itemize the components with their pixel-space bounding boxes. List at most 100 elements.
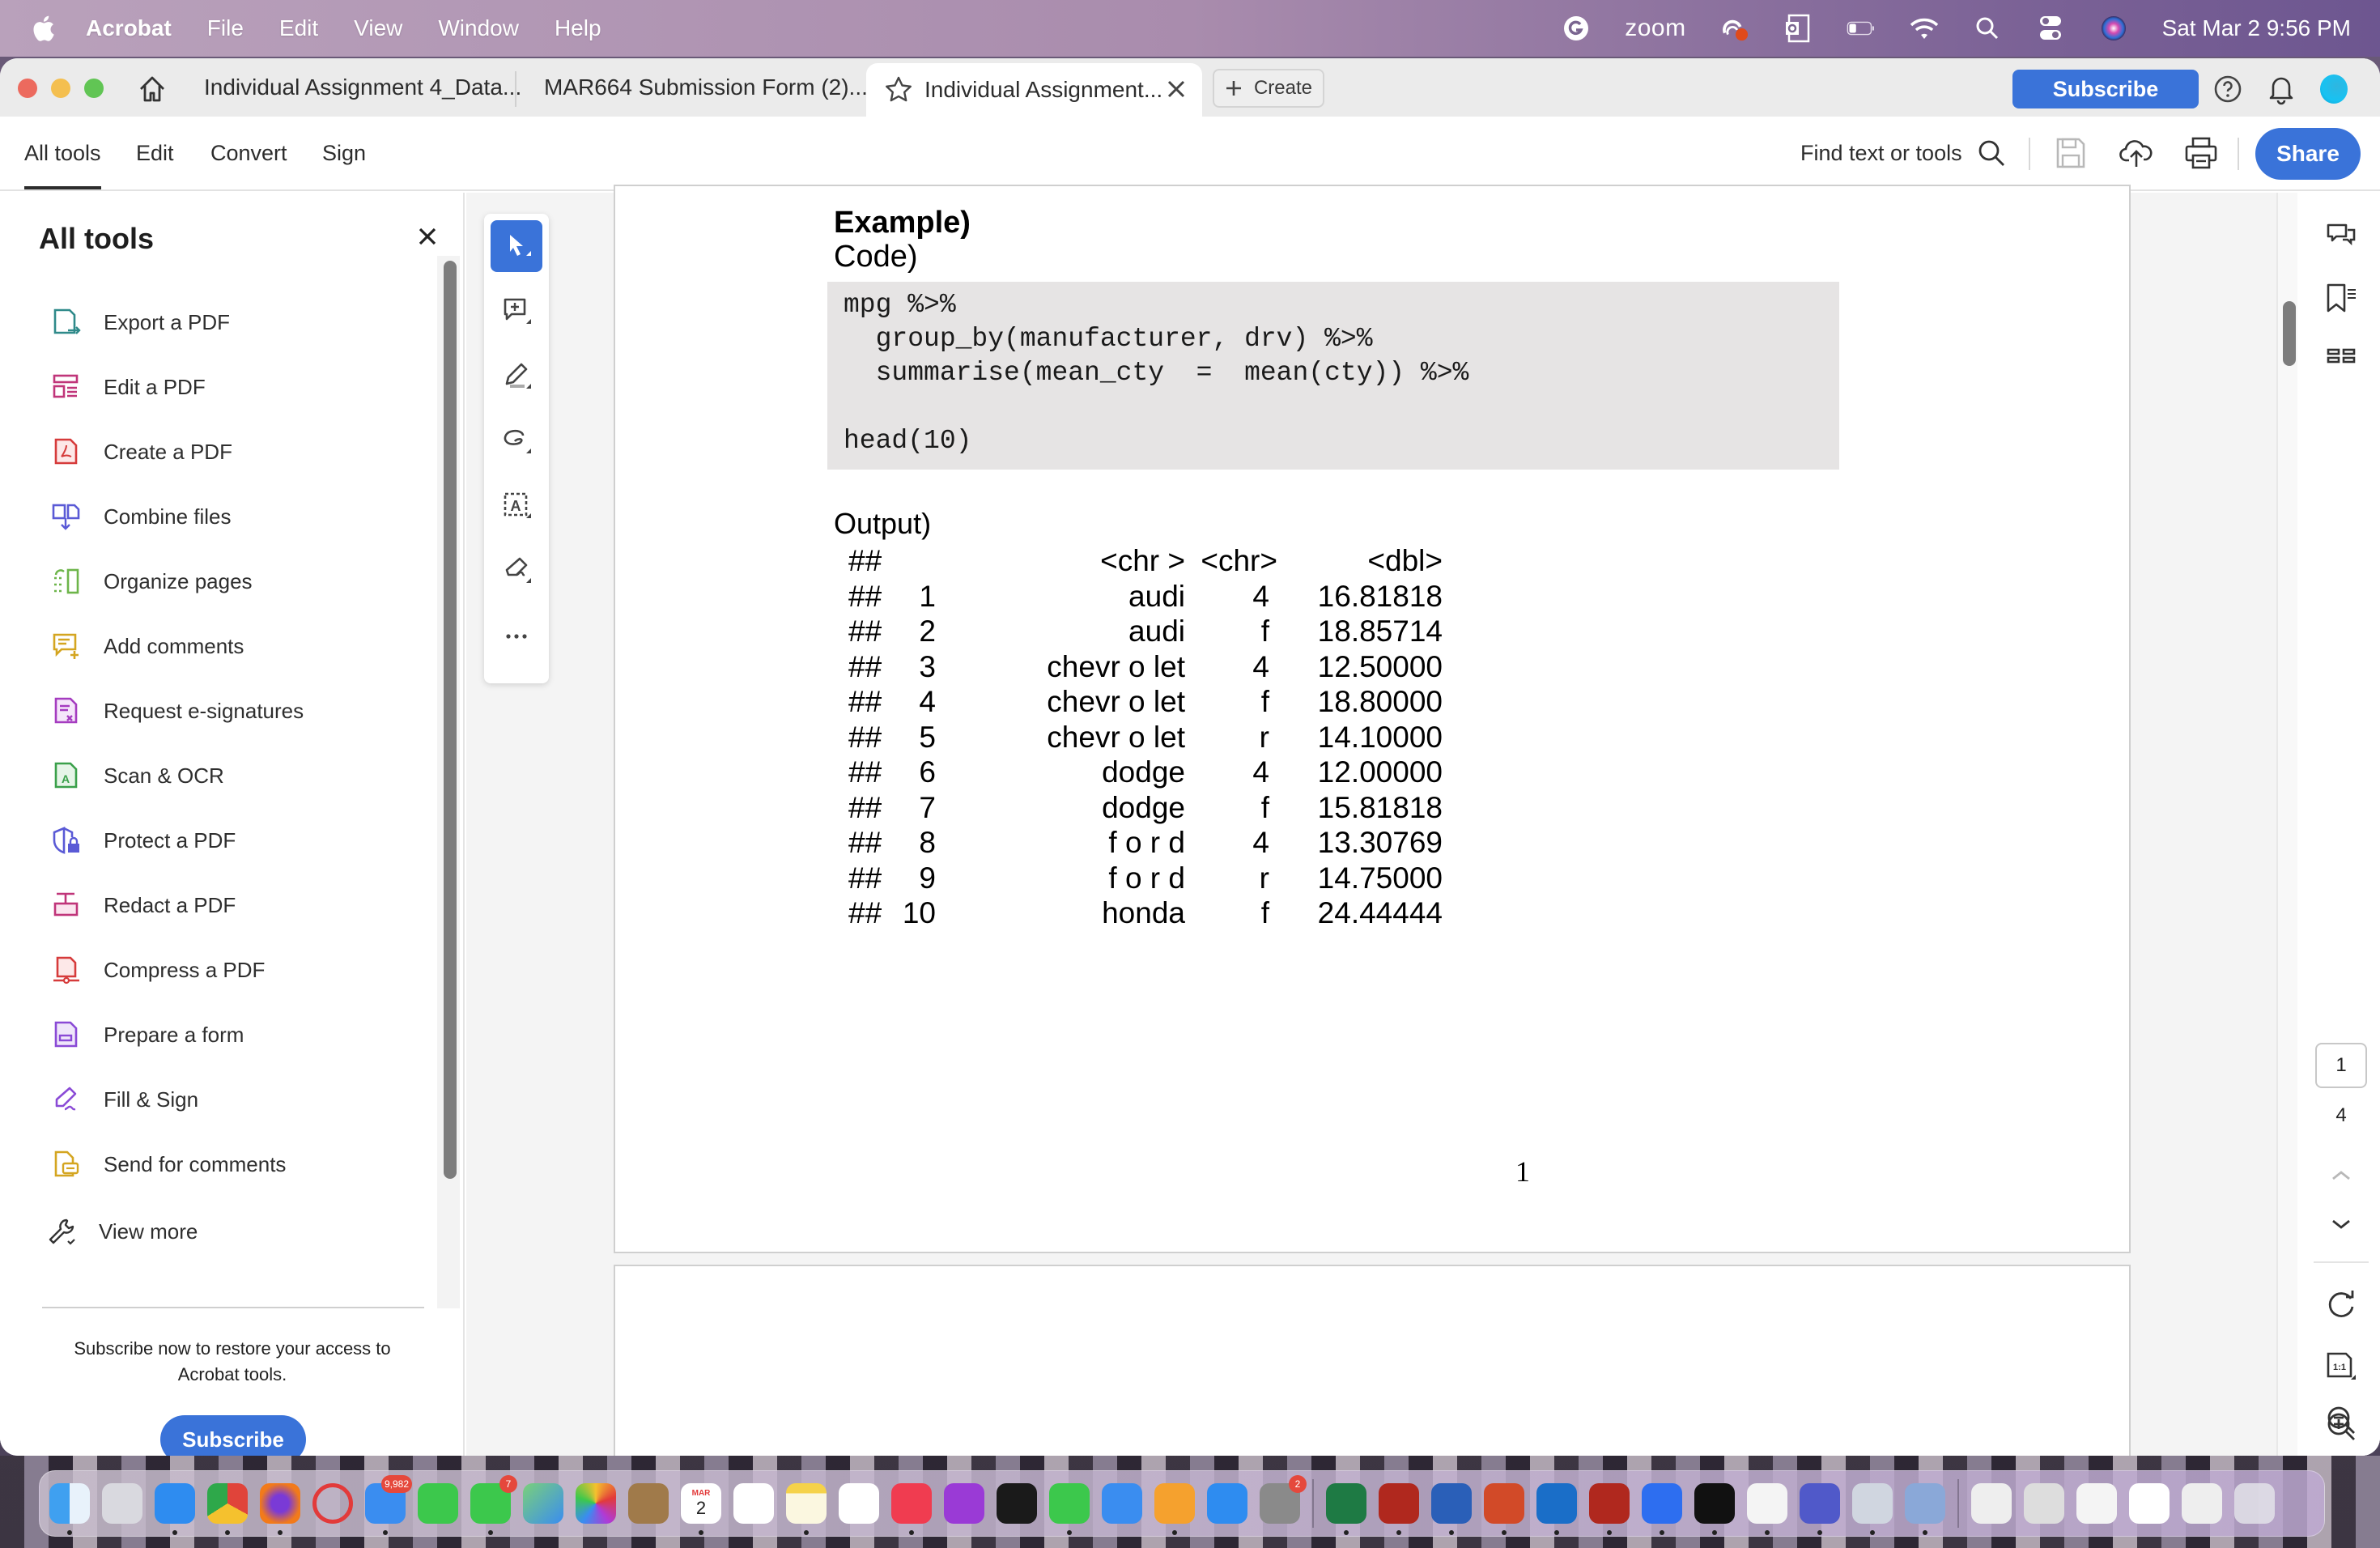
dock-excel-icon[interactable]	[1326, 1483, 1366, 1535]
wifi-icon[interactable]	[1910, 14, 1939, 43]
dock-appletv-icon[interactable]	[997, 1483, 1037, 1524]
tool-item-export-pdf[interactable]: Export a PDF	[52, 290, 424, 355]
dock-music-icon[interactable]	[891, 1483, 932, 1535]
current-page-input[interactable]: 1	[2315, 1043, 2367, 1088]
comments-panel-icon[interactable]	[2325, 219, 2357, 251]
apple-menu-icon[interactable]	[31, 15, 55, 42]
battery-icon[interactable]	[1847, 14, 1876, 43]
document-scrollbar-track[interactable]	[2276, 193, 2297, 1456]
nav-edit[interactable]: Edit	[136, 117, 174, 189]
dock-r-icon[interactable]	[1852, 1483, 1893, 1535]
window-minimize-button[interactable]	[51, 79, 70, 98]
dock-podcasts-icon[interactable]	[944, 1483, 984, 1524]
tool-item-fill-sign[interactable]: Fill & Sign	[52, 1067, 424, 1132]
dock-notes-icon[interactable]	[786, 1483, 827, 1535]
tab-document-active[interactable]: Individual Assignment...	[866, 63, 1202, 117]
menu-window[interactable]: Window	[438, 15, 519, 41]
window-maximize-button[interactable]	[84, 79, 104, 98]
dock-powerpoint-icon[interactable]	[1484, 1483, 1524, 1535]
panel-scrollbar-thumb[interactable]	[444, 261, 457, 1179]
highlight-tool-button[interactable]	[491, 350, 542, 402]
rotate-icon[interactable]	[2325, 1287, 2357, 1320]
window-close-button[interactable]	[18, 79, 37, 98]
outlook-status-icon[interactable]	[1783, 14, 1813, 43]
dock-finder-icon[interactable]	[49, 1483, 90, 1535]
dock-system-settings-icon[interactable]: 2	[1260, 1475, 1307, 1524]
dock-trash-icon[interactable]	[2234, 1483, 2275, 1524]
nav-sign[interactable]: Sign	[322, 117, 366, 189]
dock-minimized-window-icon[interactable]	[2182, 1483, 2222, 1524]
tool-item-scan-ocr[interactable]: A Scan & OCR	[52, 743, 424, 808]
creative-cloud-icon[interactable]	[1720, 14, 1749, 43]
subscribe-button-top[interactable]: Subscribe	[2012, 70, 2199, 108]
notifications-bell-icon[interactable]	[2267, 73, 2296, 105]
upload-cloud-icon[interactable]	[2119, 136, 2153, 170]
dock-rstudio-icon[interactable]	[1905, 1483, 1945, 1535]
sign-tool-button[interactable]	[491, 544, 542, 596]
previous-page-icon[interactable]	[2325, 1159, 2357, 1192]
siri-icon[interactable]	[2099, 14, 2128, 43]
tool-item-protect-pdf[interactable]: Protect a PDF	[52, 808, 424, 873]
control-center-icon[interactable]	[2036, 14, 2065, 43]
tool-item-compress-pdf[interactable]: Compress a PDF	[52, 938, 424, 1002]
dock-word-icon[interactable]	[1431, 1483, 1472, 1535]
spotlight-search-icon[interactable]	[1973, 14, 2002, 43]
select-tool-button[interactable]	[491, 220, 542, 272]
home-icon[interactable]	[136, 73, 168, 105]
user-avatar[interactable]	[2320, 74, 2348, 104]
view-more-link[interactable]: View more	[47, 1197, 424, 1266]
zoom-out-icon[interactable]	[2325, 1404, 2357, 1436]
print-icon[interactable]	[2184, 136, 2218, 170]
dock-safari-icon[interactable]	[155, 1483, 195, 1535]
nav-all-tools[interactable]: All tools	[24, 117, 101, 189]
next-page-icon[interactable]	[2325, 1208, 2357, 1240]
dock-minimized-window-icon[interactable]	[2076, 1483, 2117, 1524]
dock-keynote-icon[interactable]	[1102, 1483, 1142, 1524]
dock-acrobat-reader-icon[interactable]	[1589, 1483, 1630, 1535]
close-tab-icon[interactable]	[1165, 78, 1188, 100]
actual-size-icon[interactable]: 1:1	[2325, 1349, 2357, 1381]
dock-reminders-icon[interactable]	[733, 1483, 774, 1524]
tab-document-2[interactable]: MAR664 Submission Form (2)....	[544, 58, 874, 117]
dock-launchpad-icon[interactable]	[102, 1483, 142, 1524]
dock-appstore-icon[interactable]	[1207, 1483, 1247, 1524]
dock-outlook-icon[interactable]	[1536, 1483, 1577, 1535]
tool-item-redact-pdf[interactable]: Redact a PDF	[52, 873, 424, 938]
dock-teams-icon[interactable]	[1800, 1483, 1840, 1535]
tool-item-send-for-comments[interactable]: Send for comments	[52, 1132, 424, 1197]
close-panel-icon[interactable]	[416, 225, 439, 248]
menu-clock[interactable]: Sat Mar 2 9:56 PM	[2162, 15, 2351, 41]
dock-firefox-icon[interactable]	[260, 1483, 300, 1535]
tool-item-combine-files[interactable]: Combine files	[52, 484, 424, 549]
dock-pages-icon[interactable]	[1154, 1483, 1195, 1535]
thumbnails-panel-icon[interactable]	[2325, 345, 2357, 377]
dock-recent-document-icon[interactable]	[1971, 1483, 2012, 1524]
nav-convert[interactable]: Convert	[210, 117, 287, 189]
tool-item-organize-pages[interactable]: Organize pages	[52, 549, 424, 614]
add-comment-tool-button[interactable]	[491, 285, 542, 337]
menu-file[interactable]: File	[207, 15, 244, 41]
dock-freeform-icon[interactable]	[839, 1483, 879, 1524]
text-tool-button[interactable]: A	[491, 479, 542, 531]
subscribe-button-panel[interactable]: Subscribe	[160, 1415, 306, 1456]
bookmarks-panel-icon[interactable]	[2325, 282, 2357, 314]
help-icon[interactable]	[2213, 74, 2242, 104]
more-tools-button[interactable]	[491, 610, 542, 662]
dock-zoom-icon[interactable]	[1642, 1483, 1682, 1535]
tool-item-edit-pdf[interactable]: Edit a PDF	[52, 355, 424, 419]
dock-terminal-icon[interactable]	[1694, 1483, 1735, 1535]
tab-document-1[interactable]: Individual Assignment 4_Data...	[204, 58, 521, 117]
dock-messages-icon[interactable]: 7	[470, 1475, 517, 1535]
tool-item-prepare-form[interactable]: Prepare a form	[52, 1002, 424, 1067]
menu-view[interactable]: View	[354, 15, 402, 41]
dock-calendar-icon[interactable]: MAR 2	[681, 1483, 721, 1535]
tool-item-request-esignatures[interactable]: Request e-signatures	[52, 678, 424, 743]
star-icon[interactable]	[884, 75, 913, 104]
dock-maps-icon[interactable]	[523, 1483, 563, 1524]
dock-minimized-window-icon[interactable]	[2024, 1483, 2064, 1524]
draw-tool-button[interactable]	[491, 415, 542, 466]
tool-item-create-pdf[interactable]: Create a PDF	[52, 419, 424, 484]
zoom-status-label[interactable]: zoom	[1625, 15, 1685, 42]
dock-acrobat-icon[interactable]	[1379, 1483, 1419, 1535]
share-button[interactable]: Share	[2255, 128, 2361, 180]
